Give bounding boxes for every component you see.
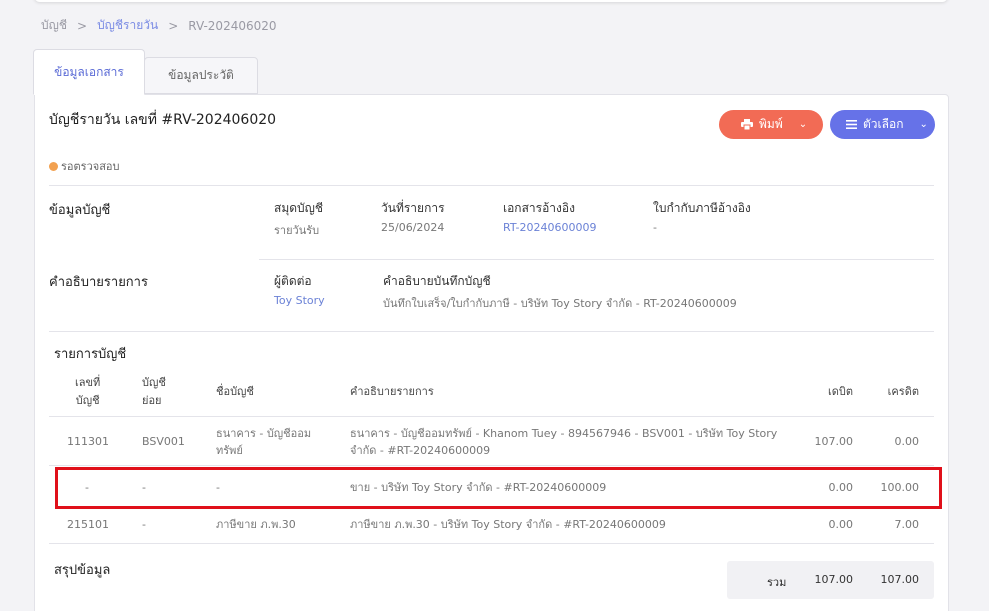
row-account-name: ภาษีขาย ภ.พ.30	[216, 518, 296, 531]
contact-field: ผู้ติดต่อ Toy Story	[274, 272, 325, 307]
divider	[49, 331, 934, 332]
top-header-bar	[34, 0, 948, 2]
tab-bar: ข้อมูลเอกสาร ข้อมูลประวัติ	[33, 49, 258, 95]
col-sub-account: บัญชี ย่อย	[142, 374, 166, 410]
col-account-no-line1: เลขที่	[75, 376, 101, 389]
divider	[49, 185, 934, 186]
chevron-down-icon[interactable]: ⌄	[799, 119, 807, 130]
row-account-no: 215101	[67, 518, 109, 531]
date-key: วันที่รายการ	[381, 201, 445, 215]
row-account-name-line1: ธนาคาร - บัญชีออม	[216, 427, 312, 440]
tax-invoice-value: -	[653, 221, 657, 234]
col-description: คำอธิบายรายการ	[350, 385, 434, 398]
col-credit: เครดิต	[887, 385, 919, 398]
breadcrumb-current: RV-202406020	[188, 18, 277, 33]
book-field: สมุดบัญชี รายวันรับ	[274, 199, 323, 239]
reference-field: เอกสารอ้างอิง RT-20240600009	[503, 199, 597, 234]
chevron-down-icon[interactable]: ⌄	[919, 119, 927, 130]
reference-link[interactable]: RT-20240600009	[503, 221, 597, 234]
status-badge: รอตรวจสอบ	[49, 157, 120, 175]
col-account-no: เลขที่ บัญชี	[75, 374, 100, 410]
options-button[interactable]: ตัวเลือก ⌄	[830, 110, 935, 139]
description-label: คำอธิบายรายการ	[49, 275, 148, 290]
col-sub-account-line1: บัญชี	[142, 376, 166, 389]
reference-key: เอกสารอ้างอิง	[503, 201, 575, 215]
divider	[49, 416, 934, 417]
note-field: คำอธิบายบันทึกบัญชี บันทึกใบเสร็จ/ใบกำกั…	[383, 272, 737, 312]
tax-invoice-key: ใบกำกับภาษีอ้างอิง	[653, 201, 751, 215]
page-title: บัญชีรายวัน เลขที่ #RV-202406020	[49, 112, 277, 128]
col-account-name: ชื่อบัญชี	[216, 385, 254, 398]
summary-title: สรุปข้อมูล	[54, 563, 111, 578]
divider	[259, 259, 934, 260]
row-sub-account: BSV001	[142, 435, 185, 448]
status-text: รอตรวจสอบ	[61, 160, 120, 173]
highlight-box	[55, 467, 942, 509]
contact-key: ผู้ติดต่อ	[274, 274, 312, 288]
note-value: บันทึกใบเสร็จ/ใบกำกับภาษี - บริษัท Toy S…	[383, 297, 737, 310]
total-label: รวม	[767, 576, 787, 589]
entries-title: รายการบัญชี	[54, 347, 127, 362]
row-description-line2: จำกัด - #RT-20240600009	[350, 444, 491, 457]
print-label: พิมพ์	[759, 117, 783, 131]
book-key: สมุดบัญชี	[274, 201, 324, 215]
summary-totals: รวม 107.00 107.00	[727, 561, 934, 599]
row-description-line1: ธนาคาร - บัญชีออมทรัพย์ - Khanom Tuey - …	[350, 427, 778, 440]
menu-icon	[846, 120, 857, 129]
breadcrumb-separator: >	[77, 18, 88, 33]
total-credit: 107.00	[880, 573, 920, 586]
col-account-no-line2: บัญชี	[75, 394, 100, 407]
breadcrumb-journal[interactable]: บัญชีรายวัน	[97, 16, 158, 35]
row-debit: 0.00	[828, 518, 854, 531]
breadcrumb-accounts[interactable]: บัญชี	[41, 16, 67, 35]
book-value: รายวันรับ	[274, 224, 320, 237]
row-account-name-line2: ทรัพย์	[216, 444, 243, 457]
row-debit: 107.00	[814, 435, 854, 448]
row-credit: 7.00	[894, 518, 920, 531]
breadcrumb-separator: >	[168, 18, 179, 33]
document-card: บัญชีรายวัน เลขที่ #RV-202406020 รอตรวจส…	[34, 94, 949, 611]
date-field: วันที่รายการ 25/06/2024	[381, 199, 445, 234]
row-account-name: ธนาคาร - บัญชีออม ทรัพย์	[216, 425, 311, 459]
col-debit: เดบิต	[827, 385, 853, 398]
row-account-no: 111301	[67, 435, 109, 448]
tax-invoice-field: ใบกำกับภาษีอ้างอิง -	[653, 199, 751, 234]
note-key: คำอธิบายบันทึกบัญชี	[383, 274, 491, 288]
status-dot-icon	[49, 161, 58, 171]
divider	[49, 543, 934, 544]
printer-icon	[741, 119, 753, 130]
row-description: ภาษีขาย ภ.พ.30 - บริษัท Toy Story จำกัด …	[350, 518, 666, 531]
col-sub-account-line2: ย่อย	[142, 394, 162, 407]
date-value: 25/06/2024	[381, 221, 445, 234]
account-info-label: ข้อมูลบัญชี	[49, 203, 111, 218]
tab-history[interactable]: ข้อมูลประวัติ	[144, 57, 258, 94]
row-sub-account: -	[142, 518, 146, 531]
total-debit: 107.00	[814, 573, 854, 586]
divider	[49, 465, 934, 466]
row-credit: 0.00	[894, 435, 920, 448]
options-label: ตัวเลือก	[863, 117, 904, 131]
breadcrumb: บัญชี > บัญชีรายวัน > RV-202406020	[41, 16, 277, 35]
tab-document-info[interactable]: ข้อมูลเอกสาร	[33, 49, 145, 95]
contact-link[interactable]: Toy Story	[274, 294, 325, 307]
print-button[interactable]: พิมพ์ ⌄	[719, 110, 823, 139]
row-description: ธนาคาร - บัญชีออมทรัพย์ - Khanom Tuey - …	[350, 425, 777, 459]
